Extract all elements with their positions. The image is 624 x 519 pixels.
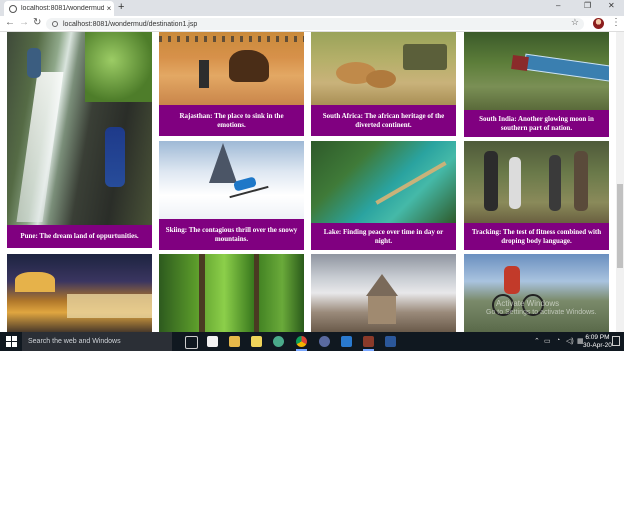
scrollbar-thumb[interactable] <box>617 184 623 268</box>
forest-image <box>159 254 304 332</box>
globe-icon <box>9 4 17 13</box>
windows-start-icon[interactable] <box>6 336 17 347</box>
file-explorer-icon[interactable] <box>229 336 240 347</box>
cycling-image <box>464 254 609 332</box>
app-icon[interactable] <box>273 336 284 347</box>
destination-card-golden-temple[interactable] <box>7 254 152 332</box>
rajasthan-camel-image <box>159 32 304 105</box>
destination-caption: South India: Another glowing moon in sou… <box>464 110 609 137</box>
destination-caption: Rajasthan: The place to sink in the emot… <box>159 105 304 136</box>
chrome-icon[interactable] <box>296 336 307 351</box>
clock-time: 6:09 PM <box>585 334 610 341</box>
destination-card-skiing[interactable]: Skiing: The contagious thrill over the s… <box>159 141 304 250</box>
taskbar-clock[interactable]: 6:09 PM 30-Apr-20 <box>583 334 612 350</box>
reload-button[interactable]: ↻ <box>33 17 41 28</box>
volume-icon[interactable]: ◁) <box>566 337 574 345</box>
destination-card-cycling[interactable] <box>464 254 609 332</box>
destination-caption: Skiing: The contagious thrill over the s… <box>159 219 304 250</box>
task-view-icon[interactable] <box>185 336 198 349</box>
destination-caption: Pune: The dream land of oppurtunities. <box>7 225 152 248</box>
eclipse-icon[interactable] <box>363 336 374 351</box>
pune-waterfall-image <box>7 32 152 225</box>
tracking-hikers-image <box>464 141 609 223</box>
browser-menu-icon[interactable]: ⋮ <box>611 17 621 28</box>
battery-icon[interactable]: ▭ <box>544 337 551 345</box>
destination-caption: Tracking: The test of fitness combined w… <box>464 223 609 250</box>
browser-tab[interactable]: localhost:8081/wondermud/desti × <box>4 1 114 16</box>
url-text[interactable]: localhost:8081/wondermud/destination1.js… <box>63 21 197 28</box>
close-window-button[interactable]: ✕ <box>608 1 615 10</box>
tab-title: localhost:8081/wondermud/desti <box>21 5 104 12</box>
maximize-button[interactable]: ❐ <box>584 1 591 10</box>
minimize-button[interactable]: – <box>556 1 560 10</box>
activate-windows-title: Activate Windows <box>496 299 560 308</box>
destination-card-rajasthan[interactable]: Rajasthan: The place to sink in the emot… <box>159 32 304 136</box>
network-icon[interactable]: ◔ <box>556 337 560 344</box>
tab-close-icon[interactable]: × <box>104 4 114 13</box>
destination-card-tracking[interactable]: Tracking: The test of fitness combined w… <box>464 141 609 250</box>
south-india-train-image <box>464 32 609 110</box>
address-toolbar: ← → ↻ localhost:8081/wondermud/destinati… <box>0 16 624 32</box>
activate-windows-subtitle: Go to Settings to activate Windows. <box>486 309 597 316</box>
destination-card-kedarnath[interactable] <box>311 254 456 332</box>
notifications-icon[interactable] <box>612 336 620 346</box>
postman-icon[interactable] <box>319 336 330 347</box>
new-tab-button[interactable]: + <box>118 1 124 13</box>
chevron-up-icon[interactable]: ⌃ <box>534 337 540 345</box>
url-bar[interactable]: localhost:8081/wondermud/destination1.js… <box>46 17 584 30</box>
skiing-image <box>159 141 304 219</box>
destination-caption: Lake: Finding peace over time in day or … <box>311 223 456 250</box>
profile-avatar[interactable] <box>593 18 604 29</box>
windows-taskbar: Search the web and Windows ⌃ ▭ ◔ ◁) ▦ 6:… <box>0 332 624 351</box>
store-icon[interactable] <box>207 336 218 347</box>
taskbar-search-input[interactable]: Search the web and Windows <box>22 332 172 351</box>
destination-card-pune[interactable]: Pune: The dream land of oppurtunities. <box>7 32 152 248</box>
back-button[interactable]: ← <box>5 17 15 28</box>
destination-card-south-india[interactable]: South India: Another glowing moon in sou… <box>464 32 609 137</box>
page-content: Pune: The dream land of oppurtunities. R… <box>0 32 616 332</box>
golden-temple-image <box>7 254 152 332</box>
page-scrollbar[interactable] <box>616 32 624 332</box>
forward-button[interactable]: → <box>19 17 29 28</box>
bookmark-star-icon[interactable]: ☆ <box>571 17 579 28</box>
lake-image <box>311 141 456 223</box>
south-africa-lions-image <box>311 32 456 105</box>
folder-icon[interactable] <box>251 336 262 347</box>
vscode-icon[interactable] <box>341 336 352 347</box>
destination-card-forest[interactable] <box>159 254 304 332</box>
destination-caption: South Africa: The african heritage of th… <box>311 105 456 136</box>
tab-strip: localhost:8081/wondermud/desti × + – ❐ ✕ <box>0 0 624 16</box>
kedarnath-temple-image <box>311 254 456 332</box>
info-icon[interactable] <box>52 21 58 27</box>
destination-card-lake[interactable]: Lake: Finding peace over time in day or … <box>311 141 456 250</box>
clock-date: 30-Apr-20 <box>583 342 612 349</box>
word-icon[interactable] <box>385 336 396 347</box>
destination-card-south-africa[interactable]: South Africa: The african heritage of th… <box>311 32 456 136</box>
